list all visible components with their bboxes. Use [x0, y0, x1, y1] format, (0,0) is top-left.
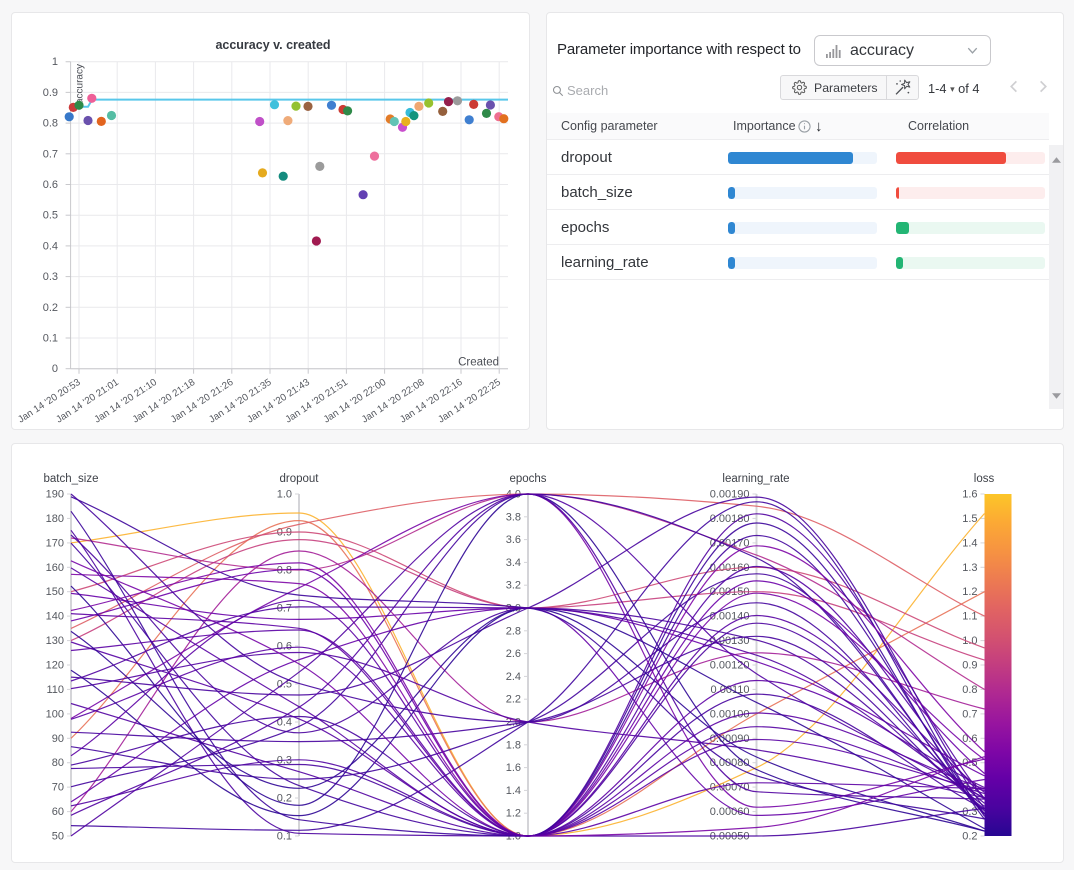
svg-text:0.00110: 0.00110	[711, 684, 750, 696]
svg-text:3.6: 3.6	[506, 534, 521, 546]
svg-text:150: 150	[46, 586, 64, 598]
svg-text:70: 70	[52, 782, 64, 794]
svg-text:0.9: 0.9	[962, 660, 977, 672]
svg-text:170: 170	[46, 537, 64, 549]
svg-text:Created: Created	[458, 357, 499, 369]
svg-text:batch_size: batch_size	[44, 473, 99, 485]
svg-text:1.8: 1.8	[506, 739, 521, 751]
svg-text:50: 50	[52, 831, 64, 843]
svg-text:epochs: epochs	[509, 473, 546, 485]
svg-text:3.4: 3.4	[506, 557, 521, 569]
svg-text:1.0: 1.0	[962, 635, 977, 647]
svg-text:0.4: 0.4	[277, 717, 292, 729]
svg-text:Jan 14 '20 20:53: Jan 14 '20 20:53	[16, 377, 83, 425]
svg-text:0.7: 0.7	[43, 148, 58, 160]
svg-text:dropout: dropout	[279, 473, 319, 485]
svg-text:2.4: 2.4	[506, 671, 521, 683]
svg-text:learning_rate: learning_rate	[722, 473, 789, 485]
svg-text:1.4: 1.4	[962, 537, 977, 549]
svg-text:0.3: 0.3	[43, 271, 58, 283]
svg-text:1.6: 1.6	[506, 762, 521, 774]
svg-text:1.2: 1.2	[506, 808, 521, 820]
svg-text:0.8: 0.8	[43, 118, 58, 130]
svg-text:110: 110	[46, 684, 64, 696]
svg-text:0.8: 0.8	[962, 684, 977, 696]
svg-text:0.00190: 0.00190	[710, 489, 750, 501]
svg-text:accuracy: accuracy	[75, 64, 86, 104]
svg-text:0.1: 0.1	[43, 333, 58, 345]
svg-text:1.3: 1.3	[962, 562, 977, 574]
svg-text:0.00180: 0.00180	[710, 513, 750, 525]
svg-text:1.1: 1.1	[962, 611, 977, 623]
svg-text:1.5: 1.5	[962, 513, 977, 525]
svg-text:190: 190	[46, 489, 64, 501]
svg-text:3.8: 3.8	[506, 511, 521, 523]
svg-text:160: 160	[46, 562, 64, 574]
svg-text:120: 120	[46, 660, 64, 672]
svg-text:60: 60	[52, 806, 64, 818]
svg-text:1.0: 1.0	[277, 489, 292, 501]
svg-text:0.00120: 0.00120	[710, 660, 750, 672]
svg-text:1.6: 1.6	[962, 489, 977, 501]
svg-text:0: 0	[52, 363, 58, 375]
svg-text:0.2: 0.2	[277, 793, 292, 805]
svg-text:3.2: 3.2	[506, 580, 521, 592]
svg-text:0.6: 0.6	[43, 179, 58, 191]
svg-text:180: 180	[46, 513, 64, 525]
svg-text:0.7: 0.7	[962, 708, 977, 720]
svg-text:1.4: 1.4	[506, 785, 521, 797]
svg-text:100: 100	[46, 708, 64, 720]
svg-text:loss: loss	[974, 473, 995, 485]
svg-text:90: 90	[52, 733, 64, 745]
svg-text:140: 140	[46, 611, 64, 623]
svg-text:1: 1	[52, 56, 58, 68]
svg-text:2.6: 2.6	[506, 648, 521, 660]
svg-text:0.9: 0.9	[43, 87, 58, 99]
svg-text:0.2: 0.2	[962, 831, 977, 843]
svg-text:0.6: 0.6	[277, 641, 292, 653]
svg-text:0.2: 0.2	[43, 302, 58, 314]
svg-text:130: 130	[46, 635, 64, 647]
svg-text:0.5: 0.5	[43, 210, 58, 222]
svg-text:2.2: 2.2	[506, 694, 521, 706]
svg-text:80: 80	[52, 757, 64, 769]
svg-text:2.8: 2.8	[506, 625, 521, 637]
svg-text:0.4: 0.4	[43, 240, 58, 252]
svg-text:accuracy v. created: accuracy v. created	[215, 38, 330, 52]
